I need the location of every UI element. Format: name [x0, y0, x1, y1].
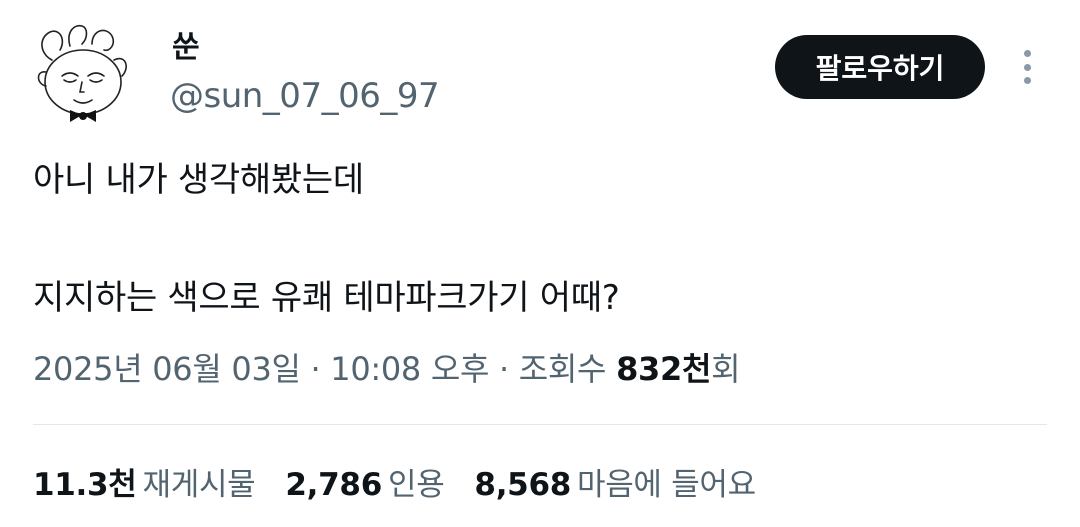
likes-count: 8,568 [474, 467, 571, 503]
avatar[interactable] [30, 20, 136, 126]
reposts-stat[interactable]: 11.3천 재게시물 [33, 464, 256, 506]
likes-label: 마음에 들어요 [576, 467, 756, 503]
tweet-meta: 2025년 06월 03일 · 10:08 오후 · 조회수 832천회 [33, 348, 741, 390]
user-handle[interactable]: @sun_07_06_97 [170, 76, 440, 116]
tweet-time[interactable]: 10:08 오후 [330, 350, 489, 388]
tweet-text-line-2: 지지하는 색으로 유쾌 테마파크가기 어때? [33, 278, 620, 318]
display-name[interactable]: 쑨 [172, 30, 200, 66]
quotes-label: 인용 [387, 467, 445, 503]
views-label: 조회수 [518, 350, 617, 388]
tweet-date[interactable]: 2025년 06월 03일 [33, 350, 301, 388]
quotes-stat[interactable]: 2,786 인용 [285, 464, 444, 506]
vertical-ellipsis-icon [1023, 50, 1031, 57]
tweet-text-line-1: 아니 내가 생각해봤는데 [33, 160, 364, 200]
reposts-label: 재게시물 [142, 467, 256, 503]
likes-stat[interactable]: 8,568 마음에 들어요 [474, 464, 756, 506]
vertical-ellipsis-icon [1023, 77, 1031, 84]
reposts-count: 11.3천 [33, 467, 137, 503]
engagement-stats: 11.3천 재게시물 2,786 인용 8,568 마음에 들어요 [33, 464, 786, 506]
views-count: 832천 [616, 350, 712, 388]
more-options-button[interactable] [1010, 46, 1044, 88]
divider [33, 424, 1047, 425]
views-suffix: 회 [711, 350, 741, 388]
vertical-ellipsis-icon [1023, 63, 1031, 71]
cartoon-face-bowtie-avatar-icon [37, 24, 127, 122]
quotes-count: 2,786 [285, 467, 382, 503]
meta-separator: · [300, 350, 331, 388]
meta-separator: · [489, 350, 519, 388]
follow-button[interactable]: 팔로우하기 [775, 35, 985, 99]
